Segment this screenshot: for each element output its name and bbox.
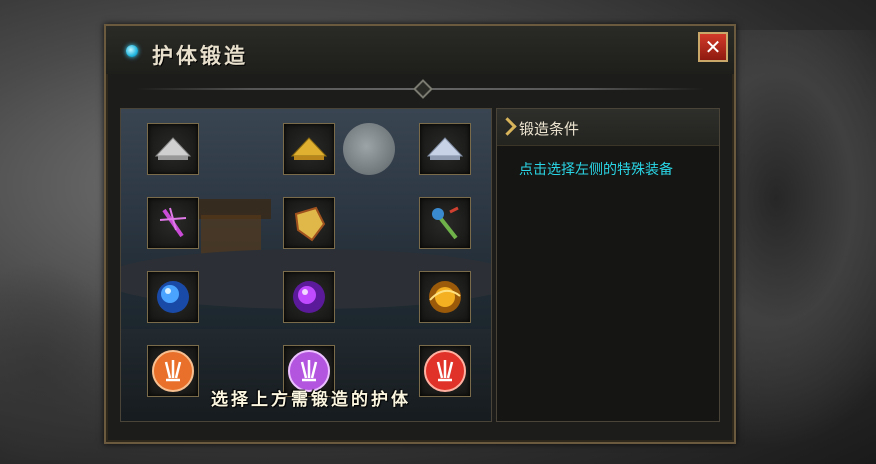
purple-dagger-icon <box>159 207 187 238</box>
select-hint-text: 点击选择左侧的特殊装备 <box>519 162 673 178</box>
title-gem-icon <box>126 45 138 57</box>
jade-staff-icon <box>432 206 459 240</box>
title-bar: 护体锻造 ✕ <box>106 26 734 74</box>
equipment-slot-9[interactable] <box>419 271 471 323</box>
silver-hat-icon <box>154 137 192 160</box>
blue-orb-icon <box>157 281 189 313</box>
equipment-slot-8[interactable] <box>283 271 335 323</box>
equipment-slot-1[interactable] <box>147 123 199 175</box>
forge-conditions-label: 锻造条件 <box>519 120 580 138</box>
purple-orb-icon <box>293 281 325 313</box>
equipment-slot-6[interactable] <box>419 197 471 249</box>
orange-claw-medal-icon <box>152 350 194 392</box>
moon-backdrop <box>343 123 395 175</box>
equipment-slot-5[interactable] <box>283 197 335 249</box>
gold-orb-icon <box>429 281 461 313</box>
close-button[interactable]: ✕ <box>698 32 728 62</box>
equipment-slot-3[interactable] <box>419 123 471 175</box>
window-title: 护体锻造 <box>152 43 248 68</box>
forge-conditions-header: 锻造条件 <box>497 109 719 146</box>
select-equipment-caption: 选择上方需锻造的护体 <box>211 390 411 410</box>
equipment-slot-2[interactable] <box>283 123 335 175</box>
house-backdrop <box>201 215 261 255</box>
equipment-slot-7[interactable] <box>147 271 199 323</box>
equipment-grid-panel: 选择上方需锻造的护体 <box>120 108 492 422</box>
forge-window: 护体锻造 ✕ 选择上方需锻造的护体 锻造条件 点击选择左侧的特殊装备 <box>104 24 736 444</box>
crystal-hat-icon <box>426 137 464 160</box>
equipment-slot-4[interactable] <box>147 197 199 249</box>
forge-conditions-panel: 锻造条件 点击选择左侧的特殊装备 <box>496 108 720 422</box>
gold-gem-icon <box>294 206 326 242</box>
chevron-right-icon <box>498 117 517 136</box>
divider-diamond-icon <box>413 79 433 99</box>
gold-hat-icon <box>290 137 328 160</box>
